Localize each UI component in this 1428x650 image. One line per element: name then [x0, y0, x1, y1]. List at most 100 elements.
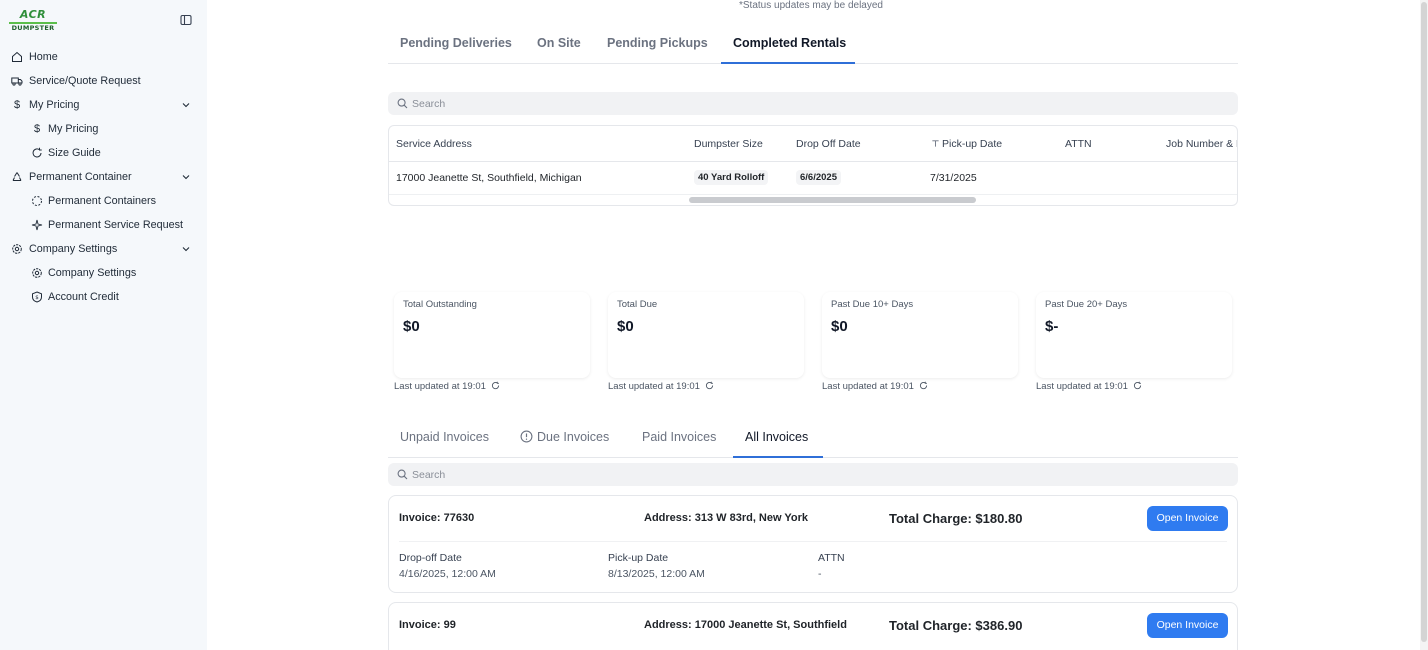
- open-invoice-button[interactable]: Open Invoice: [1147, 613, 1228, 638]
- sidebar-nav: Home Service/Quote Request $ My Pricing …: [0, 45, 207, 309]
- table-cell-address[interactable]: 17000 Jeanette St, Southfield, Michigan: [396, 172, 582, 184]
- column-header-dumpster-size[interactable]: Dumpster Size: [694, 138, 763, 150]
- sidebar-item-company-settings-group[interactable]: Company Settings: [0, 237, 207, 261]
- rental-search-input[interactable]: [412, 92, 1212, 115]
- invoice-divider: [399, 541, 1227, 542]
- invoice-search-bar: [388, 463, 1238, 486]
- column-header-service-address[interactable]: Service Address: [396, 138, 472, 150]
- sidebar-toggle-icon[interactable]: [180, 14, 192, 26]
- logo-text-bottom: DUMPSTER: [11, 24, 55, 32]
- last-updated-text: Last updated at 19:01: [1036, 381, 1142, 392]
- last-updated-label: Last updated at 19:01: [394, 381, 486, 392]
- invoice-tabs: Unpaid Invoices Due Invoices Paid Invoic…: [388, 421, 1238, 458]
- column-header-job-number[interactable]: Job Number & N: [1166, 138, 1237, 150]
- last-updated-text: Last updated at 19:01: [394, 381, 500, 392]
- card-value: $0: [831, 318, 848, 335]
- column-header-pick-up-date[interactable]: Pick-up Date: [931, 138, 1002, 150]
- gear-icon: [12, 244, 22, 254]
- recycle-icon: [12, 172, 22, 181]
- last-updated-label: Last updated at 19:01: [822, 381, 914, 392]
- rental-search-bar: [388, 92, 1238, 115]
- svg-text:$: $: [35, 295, 39, 301]
- tab-paid-invoices[interactable]: Paid Invoices: [642, 421, 716, 458]
- chevron-down-icon[interactable]: [181, 172, 191, 182]
- sidebar-item-permanent-service-request[interactable]: Permanent Service Request: [0, 213, 207, 237]
- tab-completed-rentals[interactable]: Completed Rentals: [721, 26, 855, 64]
- sidebar-item-label: Size Guide: [48, 147, 101, 159]
- chevron-down-icon[interactable]: [181, 100, 191, 110]
- table-cell-pickup-date: 7/31/2025: [930, 172, 977, 184]
- tab-label: Due Invoices: [537, 430, 610, 444]
- sidebar-item-company-settings[interactable]: Company Settings: [0, 261, 207, 285]
- filter-icon[interactable]: [931, 139, 940, 148]
- table-header-divider: [389, 161, 1237, 162]
- refresh-icon[interactable]: [1133, 381, 1142, 390]
- refresh-icon[interactable]: [491, 381, 500, 390]
- sidebar-item-label: Home: [29, 51, 58, 63]
- search-icon: [397, 469, 408, 480]
- sidebar-item-label: Permanent Containers: [48, 195, 157, 207]
- last-updated-label: Last updated at 19:01: [608, 381, 700, 392]
- sidebar-item-label: Account Credit: [48, 291, 119, 303]
- sidebar-item-size-guide[interactable]: Size Guide: [0, 141, 207, 165]
- search-icon: [397, 98, 408, 109]
- column-header-label: Pick-up Date: [942, 138, 1003, 150]
- summary-card-past-due-10: Past Due 10+ Days $0: [822, 292, 1018, 378]
- rental-tabs: Pending Deliveries On Site Pending Picku…: [388, 26, 1238, 64]
- refresh-icon[interactable]: [919, 381, 928, 390]
- sidebar-item-label: Company Settings: [29, 243, 118, 255]
- sidebar-item-my-pricing-group[interactable]: $ My Pricing: [0, 93, 207, 117]
- scrollbar-thumb[interactable]: [1421, 2, 1427, 642]
- invoice-search-input[interactable]: [412, 463, 1212, 486]
- summary-card-total-outstanding: Total Outstanding $0: [394, 292, 590, 378]
- invoice-card: Invoice: 99 Address: 17000 Jeanette St, …: [388, 602, 1238, 650]
- sidebar-item-permanent-container-group[interactable]: Permanent Container: [0, 165, 207, 189]
- sidebar-item-my-pricing[interactable]: $ My Pricing: [0, 117, 207, 141]
- refresh-icon[interactable]: [705, 381, 714, 390]
- dashed-circle-icon: [32, 196, 42, 206]
- table-horizontal-scrollbar[interactable]: [689, 197, 976, 203]
- card-value: $0: [403, 318, 420, 335]
- tab-pending-deliveries[interactable]: Pending Deliveries: [400, 26, 512, 64]
- column-header-drop-off-date[interactable]: Drop Off Date: [796, 138, 861, 150]
- summary-card-past-due-20: Past Due 20+ Days $-: [1036, 292, 1232, 378]
- sidebar: ACR DUMPSTER Home Service/Quote Request …: [0, 0, 207, 650]
- shield-icon: $: [32, 291, 42, 303]
- open-invoice-button[interactable]: Open Invoice: [1147, 506, 1228, 531]
- sidebar-item-service-quote[interactable]: Service/Quote Request: [0, 69, 207, 93]
- column-header-attn[interactable]: ATTN: [1065, 138, 1092, 150]
- attn-value: -: [818, 568, 822, 580]
- tab-due-invoices[interactable]: Due Invoices: [520, 421, 609, 458]
- sidebar-item-label: Company Settings: [48, 267, 137, 279]
- last-updated-text: Last updated at 19:01: [608, 381, 714, 392]
- page-vertical-scrollbar[interactable]: [1420, 0, 1428, 650]
- tab-unpaid-invoices[interactable]: Unpaid Invoices: [400, 421, 489, 458]
- card-value: $0: [617, 318, 634, 335]
- sidebar-item-permanent-containers[interactable]: Permanent Containers: [0, 189, 207, 213]
- chevron-down-icon[interactable]: [181, 244, 191, 254]
- card-title: Past Due 20+ Days: [1045, 299, 1128, 310]
- tab-pending-pickups[interactable]: Pending Pickups: [607, 26, 708, 64]
- card-title: Past Due 10+ Days: [831, 299, 914, 310]
- company-logo[interactable]: ACR DUMPSTER: [9, 9, 57, 33]
- status-delay-note: *Status updates may be delayed: [739, 0, 883, 11]
- table-row-divider: [389, 194, 1237, 195]
- sidebar-item-account-credit[interactable]: $ Account Credit: [0, 285, 207, 309]
- attn-label: ATTN: [818, 552, 845, 564]
- last-updated-label: Last updated at 19:01: [1036, 381, 1128, 392]
- tab-all-invoices[interactable]: All Invoices: [733, 421, 823, 458]
- sidebar-item-home[interactable]: Home: [0, 45, 207, 69]
- pick-up-date-label: Pick-up Date: [608, 552, 669, 564]
- invoice-total-charge: Total Charge: $180.80: [889, 511, 1023, 526]
- sidebar-item-label: My Pricing: [48, 123, 99, 135]
- rentals-table: Service Address Dumpster Size Drop Off D…: [388, 125, 1238, 206]
- drop-off-date-label: Drop-off Date: [399, 552, 462, 564]
- sparkle-icon: [31, 219, 43, 231]
- card-value: $-: [1045, 318, 1059, 335]
- tab-on-site[interactable]: On Site: [537, 26, 581, 64]
- dollar-icon: $: [33, 123, 41, 135]
- sidebar-item-label: Service/Quote Request: [29, 75, 141, 87]
- drop-off-date-badge: 6/6/2025: [796, 170, 841, 185]
- logo-text-top: ACR: [19, 8, 47, 21]
- dumpster-size-badge: 40 Yard Rolloff: [694, 170, 769, 185]
